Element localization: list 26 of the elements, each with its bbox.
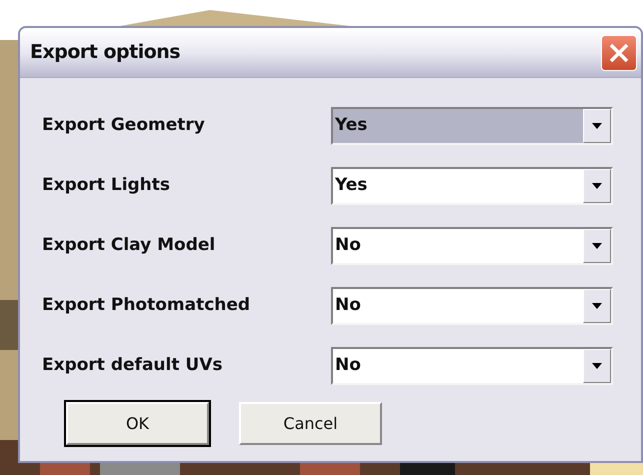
dropdown-value: Yes [332,109,583,143]
dropdown[interactable]: No [330,347,613,385]
option-label: Export Lights [42,174,172,198]
option-label: Export Geometry [42,114,206,138]
window-title: Export options [30,40,180,66]
dialog-button[interactable]: Cancel [239,402,382,445]
caret-icon [592,183,602,189]
dropdown[interactable]: No [330,227,613,265]
dropdown[interactable]: No [330,287,613,325]
dropdown-arrow-button[interactable] [583,289,611,323]
dropdown-arrow-button[interactable] [583,229,611,263]
caret-icon [592,363,602,369]
dropdown[interactable]: Yes [330,107,613,145]
caret-icon [592,243,602,249]
dropdown-arrow-button[interactable] [583,109,611,143]
option-label: Export Photomatched [42,294,252,318]
caret-icon [592,303,602,309]
option-label: Export Clay Model [42,234,216,258]
option-label: Export default UVs [42,354,224,378]
dropdown-arrow-button[interactable] [583,169,611,203]
close-button[interactable] [601,34,637,70]
dropdown-arrow-button[interactable] [583,349,611,383]
close-icon [608,42,630,64]
dialog-button[interactable]: OK [66,402,209,445]
dropdown[interactable]: Yes [330,167,613,205]
caret-icon [592,123,602,129]
